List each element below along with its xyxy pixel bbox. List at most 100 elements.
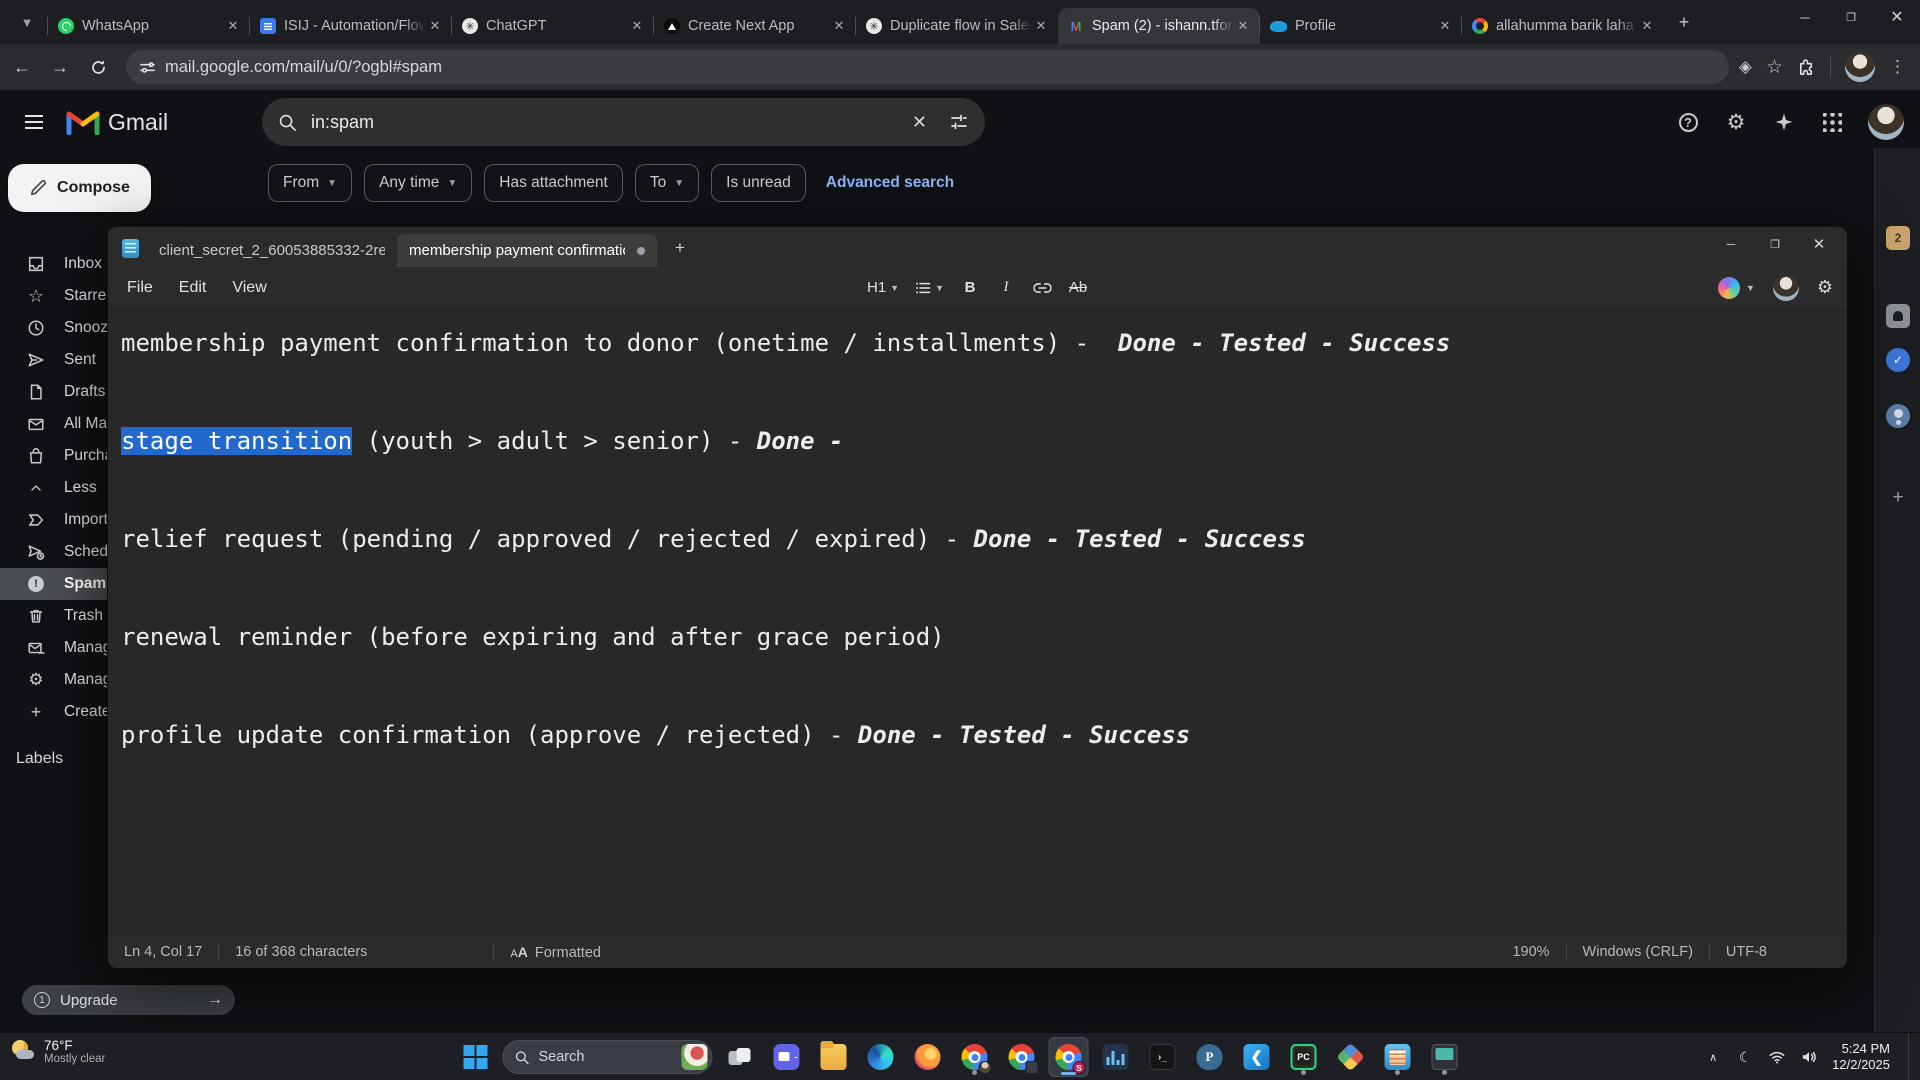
tracking-protection-icon[interactable]: ◈ [1739,57,1752,77]
taskbar-task-manager-pro[interactable] [1425,1037,1465,1077]
taskbar-postgresql[interactable]: P [1190,1037,1230,1077]
tab-close-icon[interactable]: ✕ [628,17,646,35]
search-query-text[interactable]: in:spam [311,112,912,133]
tab-close-icon[interactable]: ✕ [1234,17,1252,35]
tab-close-icon[interactable]: ✕ [426,17,444,35]
clear-formatting-button[interactable]: Ab [1063,273,1093,303]
taskbar-chrome-profile-1[interactable] [955,1037,995,1077]
keep-icon[interactable] [1886,304,1910,328]
filter-chip-attachment[interactable]: Has attachment [484,164,623,202]
advanced-search-link[interactable]: Advanced search [826,174,954,192]
bookmark-star-icon[interactable]: ☆ [1766,56,1783,79]
search-filters-icon[interactable] [949,112,969,132]
bold-button[interactable]: B [955,273,985,303]
back-button[interactable]: ← [6,51,38,83]
browser-tab-gmail-spam[interactable]: Spam (2) - ishann.tforce@ ✕ [1058,8,1260,44]
menu-file[interactable]: File [114,273,166,303]
insert-link-button[interactable] [1027,273,1057,303]
menu-view[interactable]: View [219,273,279,303]
line-endings[interactable]: Windows (CRLF) [1567,944,1709,960]
list-dropdown[interactable]: ▼ [910,273,949,303]
volume-icon[interactable] [1800,1050,1818,1064]
notepad-new-tab-button[interactable]: + [665,233,695,263]
extensions-icon[interactable] [1797,58,1816,77]
gmail-account-avatar[interactable] [1868,104,1904,140]
notepad-tab-membership[interactable]: membership payment confirmation [397,234,657,267]
contacts-icon[interactable] [1886,404,1910,428]
browser-menu-icon[interactable]: ⋮ [1889,57,1906,77]
tab-close-icon[interactable]: ✕ [224,17,242,35]
notepad-settings-gear-icon[interactable]: ⚙ [1817,277,1833,298]
google-apps-grid-icon[interactable] [1820,110,1844,134]
format-mode[interactable]: AA Formatted [494,944,617,961]
notepad-editor[interactable]: membership payment confirmation to donor… [108,309,1847,935]
taskbar-firefox[interactable] [908,1037,948,1077]
heading-dropdown[interactable]: H1 ▼ [862,273,904,303]
address-bar[interactable]: mail.google.com/mail/u/0/?ogbl#spam [126,50,1729,84]
notepad-close-button[interactable]: ✕ [1797,227,1841,261]
filter-chip-from[interactable]: From ▼ [268,164,353,202]
notepad-maximize-button[interactable]: ❐ [1753,227,1797,261]
reload-button[interactable] [82,51,114,83]
forward-button[interactable]: → [44,51,76,83]
gemini-sparkle-icon[interactable] [1772,110,1796,134]
taskbar-diagram-tool[interactable] [1331,1037,1371,1077]
browser-tab-google-search[interactable]: allahumma barik laha - G ✕ [1461,8,1664,44]
filter-chip-to[interactable]: To ▼ [634,164,700,202]
night-mode-icon[interactable]: ☾ [1736,1049,1754,1066]
browser-tab-salesforce-flow[interactable]: Duplicate flow in Salesforc ✕ [855,8,1058,44]
italic-button[interactable]: I [991,273,1021,303]
taskbar-edge[interactable] [861,1037,901,1077]
tab-search-button[interactable]: ▼ [10,5,44,39]
task-view-button[interactable] [720,1037,760,1077]
taskbar-file-explorer[interactable] [814,1037,854,1077]
taskbar-chrome-profile-2[interactable] [1002,1037,1042,1077]
restore-button[interactable]: ❐ [1828,0,1874,34]
wifi-icon[interactable] [1768,1051,1786,1064]
settings-gear-icon[interactable]: ⚙ [1724,110,1748,134]
help-icon[interactable]: ? [1678,112,1698,132]
notepad-tab-client-secret[interactable]: client_secret_2_60053885332-2reqe52rribe [147,234,397,267]
new-tab-button[interactable]: + [1670,8,1698,36]
browser-tab-next-app[interactable]: Create Next App ✕ [653,8,856,44]
upgrade-button[interactable]: 1 Upgrade → [22,985,235,1015]
calendar-icon[interactable]: 2 [1886,226,1910,250]
filter-chip-anytime[interactable]: Any time ▼ [364,164,473,202]
copilot-button[interactable]: ▼ [1717,276,1755,299]
tasks-icon[interactable] [1886,348,1910,372]
notepad-minimize-button[interactable]: ─ [1709,227,1753,261]
taskbar-chat[interactable] [767,1037,807,1077]
zoom-level[interactable]: 190% [1496,944,1565,960]
tab-close-icon[interactable]: ✕ [1638,17,1656,35]
show-desktop-button[interactable] [1908,1033,1912,1080]
taskbar-clock[interactable]: 5:24 PM 12/2/2025 [1832,1041,1890,1073]
browser-profile-avatar[interactable] [1845,52,1875,82]
taskbar-weather-widget[interactable]: 76°F Mostly clear [10,1038,105,1066]
browser-tab-isij[interactable]: ISIJ - Automation/Flows S ✕ [249,8,452,44]
menu-edit[interactable]: Edit [166,273,220,303]
tab-close-icon[interactable]: ✕ [830,17,848,35]
encoding[interactable]: UTF-8 [1710,944,1783,960]
browser-tab-profile[interactable]: Profile ✕ [1259,8,1462,44]
main-menu-icon[interactable] [10,98,58,146]
compose-button[interactable]: Compose [8,164,151,212]
browser-tab-whatsapp[interactable]: WhatsApp ✕ [47,8,250,44]
taskbar-chrome-profile-3-active[interactable]: S [1048,1037,1089,1077]
taskbar-vscode[interactable]: ❮ [1237,1037,1277,1077]
tab-close-icon[interactable]: ✕ [1436,17,1454,35]
notepad-account-avatar[interactable] [1772,274,1799,301]
start-button[interactable] [456,1037,496,1077]
taskbar-system-monitor[interactable] [1096,1037,1136,1077]
taskbar-search[interactable]: Search [502,1040,713,1074]
taskbar-terminal[interactable]: ›_ [1143,1037,1183,1077]
gmail-search-bar[interactable]: in:spam ✕ [262,98,985,146]
get-add-ons-icon[interactable]: + [1886,486,1910,510]
close-button[interactable]: ✕ [1874,0,1920,34]
filter-chip-unread[interactable]: Is unread [711,164,806,202]
taskbar-notepad[interactable] [1378,1037,1418,1077]
hidden-icons-chevron[interactable]: ∧ [1704,1051,1722,1064]
browser-tab-chatgpt[interactable]: ChatGPT ✕ [451,8,654,44]
minimize-button[interactable]: ─ [1782,0,1828,34]
taskbar-pycharm[interactable]: PC [1284,1037,1324,1077]
tab-close-icon[interactable]: ✕ [1032,17,1050,35]
